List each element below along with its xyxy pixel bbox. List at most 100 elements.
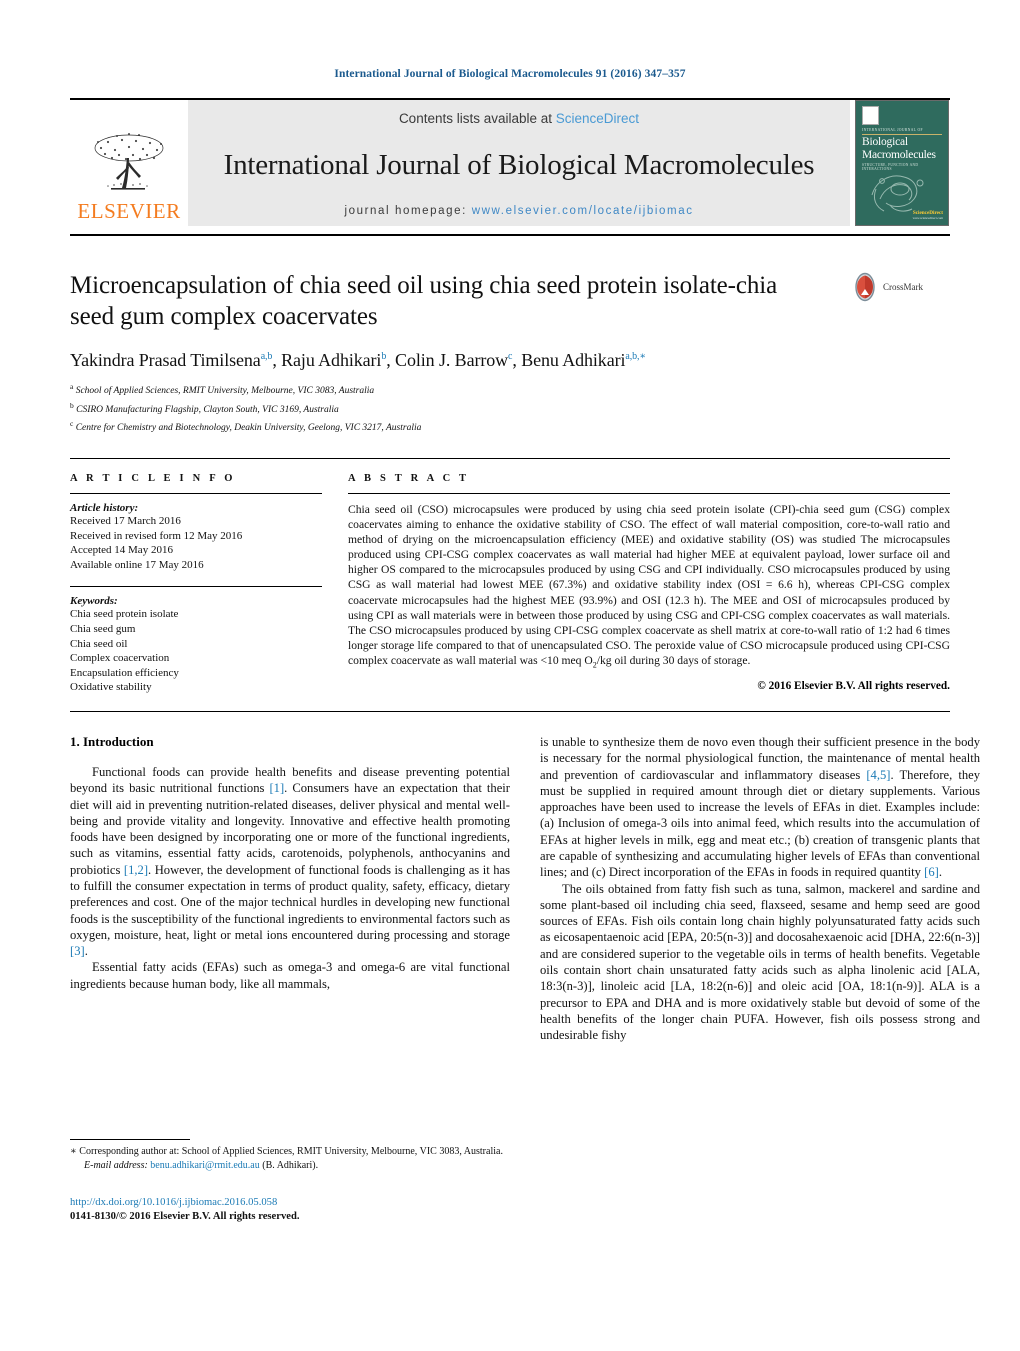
history-item: Received in revised form 12 May 2016 [70, 529, 243, 542]
citation-ref-4-5[interactable]: [4,5] [866, 768, 890, 782]
article-info-rule [70, 492, 322, 494]
body-left-column: 1. Introduction Functional foods can pro… [70, 734, 510, 1234]
email-label: E-mail address: [84, 1159, 148, 1171]
email-link[interactable]: benu.adhikari@rmit.edu.au [150, 1160, 259, 1171]
elsevier-tree-icon [94, 133, 164, 190]
introduction-section-title: 1. Introduction [70, 733, 154, 749]
author-affil-marker: a,b,∗ [625, 351, 647, 362]
abstract-body: Chia seed oil (CSO) microcapsules were p… [348, 502, 950, 672]
author-sep: , [512, 350, 522, 370]
author-entry: Benu Adhikaria,b,∗ [521, 350, 646, 370]
crossmark-label: CrossMark [883, 282, 923, 292]
keyword-item: Oxidative stability [70, 681, 152, 694]
email-suffix: (B. Adhikari). [259, 1159, 319, 1171]
author-name: Benu Adhikari [521, 350, 626, 370]
cover-title-line1: Biological [862, 136, 908, 148]
keywords-rule [70, 586, 322, 588]
abstract-rule [348, 492, 950, 494]
citation-ref-6[interactable]: [6] [924, 865, 939, 879]
homepage-url-link[interactable]: www.elsevier.com/locate/ijbiomac [472, 205, 694, 217]
cover-molecule-illustration-icon [871, 175, 924, 212]
author-list: Yakindra Prasad Timilsenaa,b, Raju Adhik… [70, 350, 950, 371]
footnote-text: Corresponding author at: School of Appli… [76, 1146, 503, 1158]
affiliation-marker: b [70, 400, 74, 410]
homepage-prefix: journal homepage: [344, 205, 472, 217]
masthead-bottom-rule [70, 234, 950, 236]
intro-paragraph-1: Functional foods can provide health bene… [70, 764, 510, 960]
keywords-block: Keywords: Chia seed protein isolate Chia… [70, 586, 322, 695]
keyword-item: Chia seed protein isolate [70, 608, 179, 621]
history-item: Accepted 14 May 2016 [70, 544, 173, 557]
title-area: Microencapsulation of chia seed oil usin… [70, 270, 950, 436]
body-columns: 1. Introduction Functional foods can pro… [70, 734, 980, 1234]
citation-ref-1[interactable]: [1] [269, 781, 284, 795]
crossmark-badge[interactable]: CrossMark [850, 272, 950, 302]
cover-rule [862, 134, 942, 135]
keywords-list: Chia seed protein isolate Chia seed gum … [70, 607, 322, 695]
body-right-column: is unable to synthesize them de novo eve… [540, 734, 980, 1234]
author-name: Colin J. Barrow [395, 350, 509, 370]
affiliation-marker: a [70, 382, 74, 391]
affiliation-item: b CSIRO Manufacturing Flagship, Clayton … [70, 399, 950, 418]
footnote-rule [70, 1139, 190, 1141]
affiliation-item: a School of Applied Sciences, RMIT Unive… [70, 380, 950, 399]
history-item: Received 17 March 2016 [70, 514, 181, 527]
doi-footer-block: http://dx.doi.org/10.1016/j.ijbiomac.201… [70, 1196, 510, 1224]
abstract-part1: Chia seed oil (CSO) microcapsules were p… [348, 502, 950, 667]
intro-paragraph-2: Essential fatty acids (EFAs) such as ome… [70, 960, 510, 991]
author-name: Yakindra Prasad Timilsena [70, 350, 261, 370]
article-history-label: Article history: [70, 501, 139, 514]
keyword-item: Encapsulation efficiency [70, 666, 179, 679]
author-name: Raju Adhikari [281, 350, 382, 370]
abstract-copyright: © 2016 Elsevier B.V. All rights reserved… [757, 680, 950, 693]
info-section-bottom-rule [70, 710, 950, 712]
contents-prefix: Contents lists available at [398, 111, 556, 126]
intro-paragraph-4: The oils obtained from fatty fish such a… [540, 881, 980, 1043]
author-entry: Yakindra Prasad Timilsenaa,b, [70, 350, 281, 370]
affiliation-item: c Centre for Chemistry and Biotechnology… [70, 417, 950, 436]
affiliation-list: a School of Applied Sciences, RMIT Unive… [70, 380, 950, 436]
crossmark-icon [855, 272, 875, 302]
citation-ref-1-2[interactable]: [1,2] [124, 863, 148, 877]
citation-ref-3[interactable]: [3] [70, 944, 85, 958]
keyword-item: Chia seed oil [70, 637, 128, 650]
journal-cover-thumbnail: INTERNATIONAL JOURNAL OF Biological Macr… [855, 100, 949, 226]
issn-copyright-line: 0141-8130/© 2016 Elsevier B.V. All right… [70, 1210, 300, 1222]
intro-p3-text-c: . [938, 865, 942, 880]
article-info-column: A R T I C L E I N F O Article history: R… [70, 473, 322, 695]
abstract-heading: A B S T R A C T [348, 472, 470, 484]
cover-footer: ScienceDirect www.sciencedirect.com [913, 210, 943, 220]
abstract-part2: /kg oil during 30 days of storage. [596, 653, 751, 667]
masthead-center-band: Contents lists available at ScienceDirec… [188, 100, 850, 226]
journal-cover-block: INTERNATIONAL JOURNAL OF Biological Macr… [854, 100, 950, 226]
cover-sciencedirect-url: www.sciencedirect.com [912, 216, 943, 220]
intro-p1-text-d: . [84, 944, 88, 959]
history-item: Available online 17 May 2016 [70, 558, 204, 571]
article-history-list: Received 17 March 2016 Received in revis… [70, 514, 322, 572]
journal-homepage-line: journal homepage: www.elsevier.com/locat… [344, 205, 693, 217]
keyword-item: Complex coacervation [70, 652, 170, 665]
author-affil-marker: a,b [260, 351, 273, 362]
intro-p3-text-b: . Therefore, they must be supplied in re… [540, 767, 981, 880]
cover-kicker: INTERNATIONAL JOURNAL OF [862, 128, 923, 132]
corresponding-author-footnote: ∗ Corresponding author at: School of App… [70, 1139, 510, 1172]
keyword-item: Chia seed gum [70, 622, 136, 635]
abstract-column: A B S T R A C T Chia seed oil (CSO) micr… [348, 473, 950, 695]
author-sep: , [386, 350, 396, 370]
affiliation-text: School of Applied Sciences, RMIT Univers… [75, 386, 375, 397]
contents-available-line: Contents lists available at ScienceDirec… [399, 111, 639, 126]
intro-paragraph-3: is unable to synthesize them de novo eve… [540, 734, 980, 881]
footnote-marker: ∗ [70, 1146, 77, 1158]
article-info-heading: A R T I C L E I N F O [70, 472, 236, 484]
elsevier-logo: ELSEVIER [70, 100, 188, 226]
info-abstract-row: A R T I C L E I N F O Article history: R… [70, 459, 950, 695]
affiliation-text: CSIRO Manufacturing Flagship, Clayton So… [76, 404, 339, 415]
page-title: Microencapsulation of chia seed oil usin… [70, 272, 778, 330]
sciencedirect-link[interactable]: ScienceDirect [556, 111, 639, 126]
author-sep: , [272, 350, 282, 370]
doi-link[interactable]: http://dx.doi.org/10.1016/j.ijbiomac.201… [70, 1196, 510, 1210]
footnote-body: ∗ Corresponding author at: School of App… [70, 1145, 510, 1172]
author-entry: Raju Adhikarib, [281, 350, 395, 370]
cover-publisher-badge-icon [862, 106, 879, 125]
affiliation-text: Centre for Chemistry and Biotechnology, … [75, 423, 422, 434]
